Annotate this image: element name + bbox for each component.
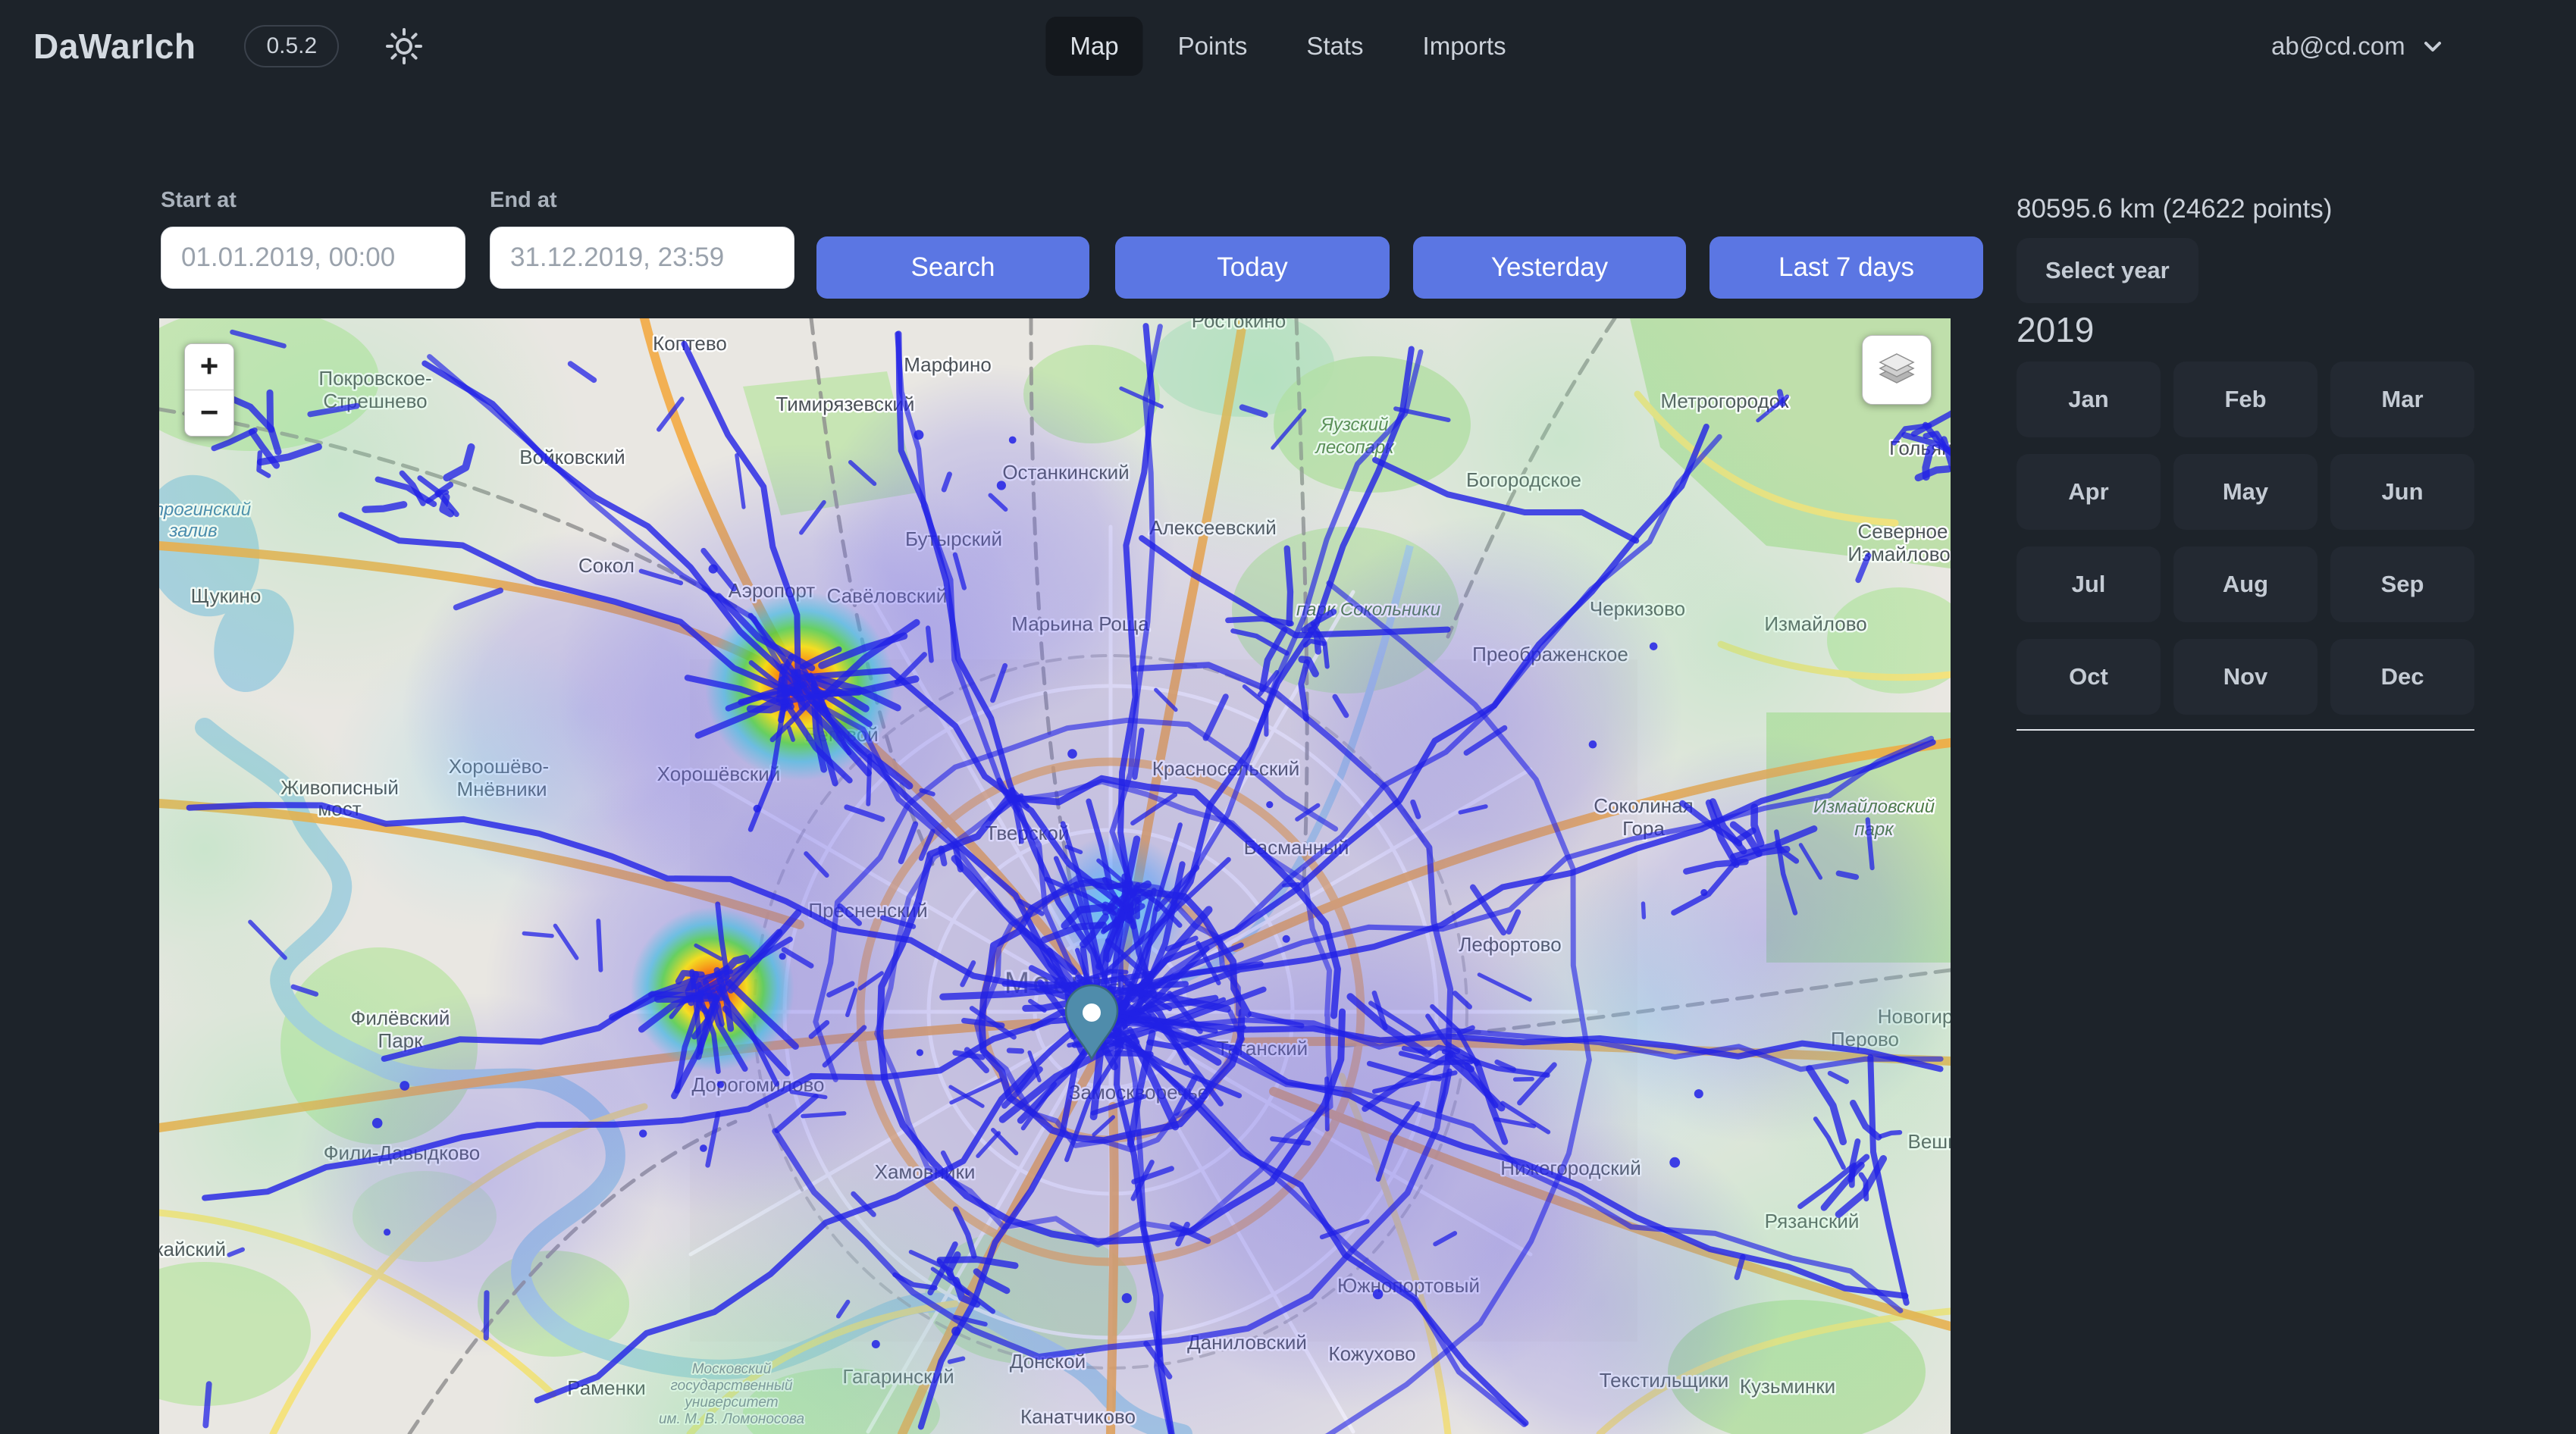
today-button[interactable]: Today <box>1115 236 1390 299</box>
distance-stats: 80595.6 km (24622 points) <box>2017 194 2332 224</box>
select-year-button[interactable]: Select year <box>2017 238 2198 303</box>
sun-icon <box>383 25 425 67</box>
month-button-may[interactable]: May <box>2173 454 2317 530</box>
account-email: ab@cd.com <box>2271 32 2405 61</box>
search-button[interactable]: Search <box>816 236 1089 299</box>
tab-stats[interactable]: Stats <box>1282 17 1387 76</box>
map-canvas: КоптевоПокровское-СтрешневоТимирязевский… <box>159 318 1951 1434</box>
month-button-dec[interactable]: Dec <box>2330 639 2474 715</box>
tab-points[interactable]: Points <box>1154 17 1272 76</box>
month-button-jun[interactable]: Jun <box>2330 454 2474 530</box>
month-button-nov[interactable]: Nov <box>2173 639 2317 715</box>
map-layers-control[interactable] <box>1862 335 1932 405</box>
months-grid: JanFebMar AprMayJun JulAugSep OctNovDec <box>2017 362 2474 715</box>
app-logo[interactable]: DaWarIch <box>33 26 196 67</box>
month-button-aug[interactable]: Aug <box>2173 546 2317 622</box>
tab-imports[interactable]: Imports <box>1399 17 1531 76</box>
layers-icon <box>1876 349 1917 390</box>
map-zoom-control: + − <box>184 343 234 437</box>
start-at-field: Start at <box>161 188 465 289</box>
month-button-feb[interactable]: Feb <box>2173 362 2317 437</box>
last-7-days-button[interactable]: Last 7 days <box>1709 236 1983 299</box>
app-root: DaWarIch 0.5.2 MapPointsStatsImports ab@… <box>0 0 2576 1434</box>
version-badge: 0.5.2 <box>244 25 339 67</box>
chevron-down-icon <box>2421 34 2445 58</box>
end-at-input[interactable] <box>490 227 794 289</box>
yesterday-button[interactable]: Yesterday <box>1413 236 1686 299</box>
header: DaWarIch 0.5.2 MapPointsStatsImports ab@… <box>0 0 2576 92</box>
month-button-mar[interactable]: Mar <box>2330 362 2474 437</box>
tab-map[interactable]: Map <box>1045 17 1142 76</box>
year-heading: 2019 <box>2017 309 2094 350</box>
month-button-jul[interactable]: Jul <box>2017 546 2161 622</box>
main-nav: MapPointsStatsImports <box>1045 17 1530 76</box>
sidebar-divider <box>2017 729 2474 731</box>
end-at-label: End at <box>490 188 794 213</box>
month-button-sep[interactable]: Sep <box>2330 546 2474 622</box>
zoom-out-button[interactable]: − <box>185 390 233 436</box>
month-button-jan[interactable]: Jan <box>2017 362 2161 437</box>
account-menu[interactable]: ab@cd.com <box>2271 0 2445 92</box>
month-button-apr[interactable]: Apr <box>2017 454 2161 530</box>
zoom-in-button[interactable]: + <box>185 344 233 390</box>
start-at-input[interactable] <box>161 227 465 289</box>
month-button-oct[interactable]: Oct <box>2017 639 2161 715</box>
end-at-field: End at <box>490 188 794 289</box>
map-container[interactable]: КоптевоПокровское-СтрешневоТимирязевский… <box>159 318 1951 1434</box>
start-at-label: Start at <box>161 188 465 213</box>
theme-toggle-button[interactable] <box>378 24 430 68</box>
